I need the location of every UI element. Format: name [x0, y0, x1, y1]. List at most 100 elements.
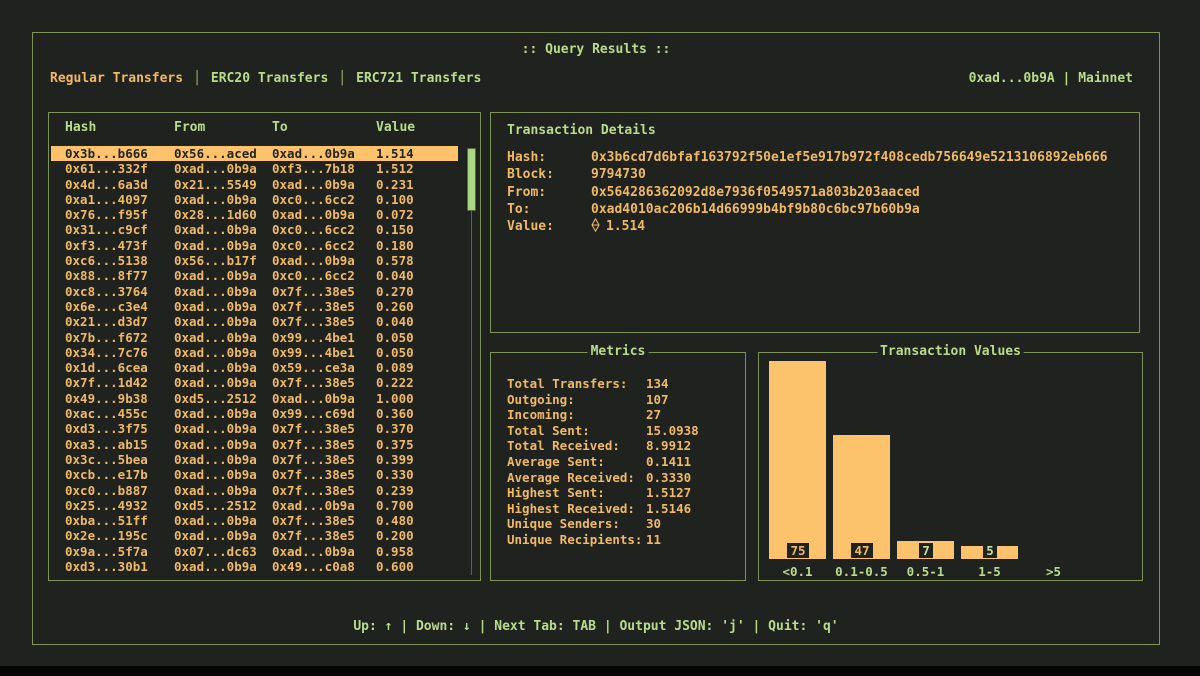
table-row[interactable]: 0xcb...e17b0xad...0b9a0x7f...38e50.330 [51, 467, 458, 482]
category-label: 0.1-0.5 [829, 564, 894, 579]
cell-to: 0x99...4be1 [272, 345, 355, 360]
table-row[interactable]: 0x2e...195c0xad...0b9a0x7f...38e50.200 [51, 528, 458, 543]
cell-from: 0xd5...2512 [174, 498, 257, 513]
cell-to: 0xc0...6cc2 [272, 238, 355, 253]
table-row[interactable]: 0x7f...1d420xad...0b9a0x7f...38e50.222 [51, 375, 458, 390]
table-row[interactable]: 0x7b...f6720xad...0b9a0x99...4be10.050 [51, 330, 458, 345]
table-row[interactable]: 0x49...9b380xd5...25120xad...0b9a1.000 [51, 391, 458, 406]
cell-hash: 0x1d...6cea [65, 360, 148, 375]
metric-label: Highest Received: [507, 501, 635, 517]
cell-hash: 0x49...9b38 [65, 391, 148, 406]
tab-erc721-transfers[interactable]: ERC721 Transfers [356, 71, 481, 86]
cell-from: 0xad...0b9a [174, 483, 257, 498]
cell-hash: 0x3c...5bea [65, 452, 148, 467]
cell-from: 0xad...0b9a [174, 360, 257, 375]
cell-to: 0xc0...6cc2 [272, 192, 355, 207]
scrollbar-thumb[interactable] [467, 148, 476, 211]
cell-to: 0x7f...38e5 [272, 284, 355, 299]
cell-value: 0.480 [376, 513, 414, 528]
cell-from: 0xad...0b9a [174, 437, 257, 452]
cell-to: 0xad...0b9a [272, 498, 355, 513]
metric-label: Average Received: [507, 470, 635, 486]
table-row[interactable]: 0x3c...5bea0xad...0b9a0x7f...38e50.399 [51, 452, 458, 467]
cell-from: 0xad...0b9a [174, 406, 257, 421]
cell-value: 1.514 [376, 146, 414, 161]
table-scrollbar[interactable] [467, 148, 476, 575]
metric-label: Total Received: [507, 438, 620, 454]
detail-value: 0x3b6cd7d6bfaf163792f50e1ef5e917b972f408… [591, 149, 1108, 166]
table-row[interactable]: 0x1d...6cea0xad...0b9a0x59...ce3a0.089 [51, 360, 458, 375]
metric-item: Average Sent:0.1411 [491, 454, 745, 470]
keyboard-hints: Up: ↑ | Down: ↓ | Next Tab: TAB | Output… [353, 619, 838, 634]
table-row[interactable]: 0xd3...3f750xad...0b9a0x7f...38e50.370 [51, 421, 458, 436]
table-row[interactable]: 0x34...7c760xad...0b9a0x99...4be10.050 [51, 345, 458, 360]
cell-from: 0xad...0b9a [174, 238, 257, 253]
cell-to: 0xad...0b9a [272, 207, 355, 222]
detail-field: Hash:0x3b6cd7d6bfaf163792f50e1ef5e917b97… [491, 149, 1139, 166]
table-row[interactable]: 0x21...d3d70xad...0b9a0x7f...38e50.040 [51, 314, 458, 329]
cell-from: 0x56...aced [174, 146, 257, 161]
table-row[interactable]: 0xac...455c0xad...0b9a0x99...c69d0.360 [51, 406, 458, 421]
cell-to: 0x7f...38e5 [272, 467, 355, 482]
cell-value: 1.512 [376, 161, 414, 176]
metric-label: Unique Recipients: [507, 532, 642, 548]
metric-item: Unique Recipients:11 [491, 532, 745, 548]
cell-value: 0.040 [376, 314, 414, 329]
metrics-panel: Metrics Total Transfers:134Outgoing:107I… [490, 352, 746, 581]
cell-from: 0x56...b17f [174, 253, 257, 268]
metric-value: 134 [646, 376, 669, 392]
metric-item: Average Received:0.3330 [491, 470, 745, 486]
table-row[interactable]: 0xc0...b8870xad...0b9a0x7f...38e50.239 [51, 483, 458, 498]
table-row[interactable]: 0xf3...473f0xad...0b9a0xc0...6cc20.180 [51, 238, 458, 253]
cell-value: 0.150 [376, 222, 414, 237]
bar-value-label: 7 [919, 543, 933, 558]
table-row[interactable]: 0x61...332f0xad...0b9a0xf3...7b181.512 [51, 161, 458, 176]
cell-hash: 0xd3...3f75 [65, 421, 148, 436]
table-row[interactable]: 0x9a...5f7a0x07...dc630xad...0b9a0.958 [51, 544, 458, 559]
tab-erc20-transfers[interactable]: ERC20 Transfers [211, 71, 328, 86]
metrics-items: Total Transfers:134Outgoing:107Incoming:… [491, 376, 745, 548]
cell-to: 0x99...c69d [272, 406, 355, 421]
cell-from: 0xd5...2512 [174, 391, 257, 406]
metric-item: Highest Received:1.5146 [491, 501, 745, 517]
category-label: 0.5-1 [893, 564, 958, 579]
cell-value: 0.200 [376, 528, 414, 543]
category-label: <0.1 [765, 564, 830, 579]
details-title: Transaction Details [507, 123, 656, 138]
window-title: :: Query Results :: [33, 42, 1159, 57]
detail-field: Value:1.514 [491, 218, 1139, 235]
table-row[interactable]: 0x25...49320xd5...25120xad...0b9a0.700 [51, 498, 458, 513]
table-row[interactable]: 0xc8...37640xad...0b9a0x7f...38e50.270 [51, 284, 458, 299]
cell-value: 0.260 [376, 299, 414, 314]
cell-from: 0xad...0b9a [174, 452, 257, 467]
cell-from: 0x21...5549 [174, 177, 257, 192]
transaction-details-panel: Transaction Details Hash:0x3b6cd7d6bfaf1… [490, 112, 1140, 333]
tab-regular-transfers[interactable]: Regular Transfers [50, 71, 183, 86]
cell-hash: 0xba...51ff [65, 513, 148, 528]
table-row[interactable]: 0xa1...40970xad...0b9a0xc0...6cc20.100 [51, 192, 458, 207]
table-row[interactable]: 0xa3...ab150xad...0b9a0x7f...38e50.375 [51, 437, 458, 452]
table-row[interactable]: 0x3b...b6660x56...aced0xad...0b9a1.514 [51, 146, 458, 161]
metric-value: 1.5127 [646, 485, 691, 501]
cell-to: 0x7f...38e5 [272, 421, 355, 436]
tab-separator: │ [193, 71, 201, 86]
table-row[interactable]: 0x6e...c3e40xad...0b9a0x7f...38e50.260 [51, 299, 458, 314]
table-row[interactable]: 0xc6...51380x56...b17f0xad...0b9a0.578 [51, 253, 458, 268]
table-row[interactable]: 0x88...8f770xad...0b9a0xc0...6cc20.040 [51, 268, 458, 283]
metric-label: Average Sent: [507, 454, 605, 470]
cell-from: 0xad...0b9a [174, 559, 257, 574]
details-fields: Hash:0x3b6cd7d6bfaf163792f50e1ef5e917b97… [491, 149, 1139, 235]
cell-from: 0xad...0b9a [174, 528, 257, 543]
table-row[interactable]: 0x76...f95f0x28...1d600xad...0b9a0.072 [51, 207, 458, 222]
cell-from: 0xad...0b9a [174, 330, 257, 345]
cell-value: 0.600 [376, 559, 414, 574]
table-row[interactable]: 0x4d...6a3d0x21...55490xad...0b9a0.231 [51, 177, 458, 192]
table-row[interactable]: 0xd3...30b10xad...0b9a0x49...c0a80.600 [51, 559, 458, 574]
metric-value: 11 [646, 532, 661, 548]
cell-from: 0xad...0b9a [174, 222, 257, 237]
table-row[interactable]: 0x31...c9cf0xad...0b9a0xc0...6cc20.150 [51, 222, 458, 237]
cell-to: 0x7f...38e5 [272, 299, 355, 314]
table-row[interactable]: 0xba...51ff0xad...0b9a0x7f...38e50.480 [51, 513, 458, 528]
metric-item: Highest Sent:1.5127 [491, 485, 745, 501]
cell-to: 0xad...0b9a [272, 177, 355, 192]
